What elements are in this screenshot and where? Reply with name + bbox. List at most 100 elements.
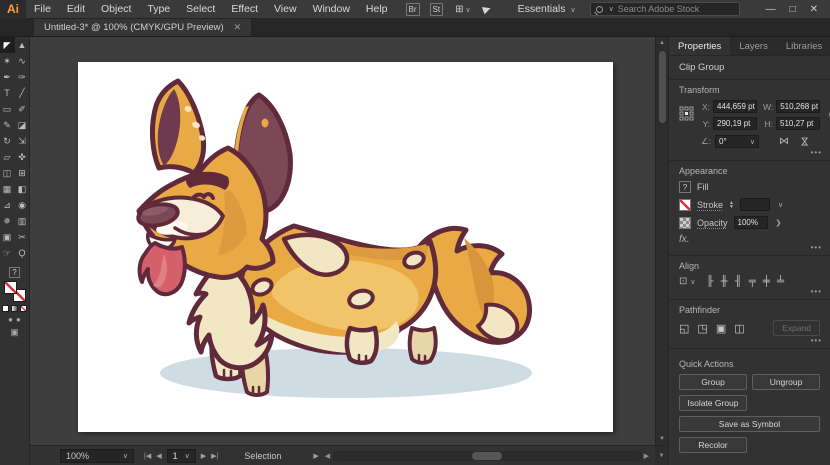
menu-select[interactable]: Select <box>178 3 223 15</box>
scroll-right-icon[interactable]: ▶ <box>644 452 649 460</box>
shape-builder-tool[interactable]: ◫ <box>0 165 15 181</box>
fill-swatch[interactable]: ? <box>679 181 691 193</box>
fill-swatch-none[interactable] <box>4 281 17 294</box>
paintbrush-tool[interactable]: ✐ <box>15 101 30 117</box>
tab-properties[interactable]: Properties <box>669 37 730 55</box>
brushes-button[interactable]: Br <box>406 3 420 16</box>
column-graph-tool[interactable]: ▥ <box>15 213 30 229</box>
stroke-swatch[interactable] <box>679 199 691 211</box>
y-field[interactable]: 290,19 pt <box>713 117 757 130</box>
artboard-tool[interactable]: ▣ <box>0 229 15 245</box>
menu-object[interactable]: Object <box>93 3 139 15</box>
step-down-icon[interactable]: ▼ <box>729 205 734 209</box>
scroll-down-icon[interactable]: ▼ <box>656 433 668 445</box>
document-tab[interactable]: Untitled-3* @ 100% (CMYK/GPU Preview) ✕ <box>34 19 251 36</box>
curvature-tool[interactable]: ✑ <box>15 69 30 85</box>
fill-question-indicator[interactable]: ? <box>9 267 20 278</box>
close-icon[interactable]: ✕ <box>234 22 242 33</box>
isolate-group-button[interactable]: Isolate Group <box>679 395 747 411</box>
recolor-button[interactable]: Recolor <box>679 437 747 453</box>
gradient-button[interactable] <box>11 305 18 312</box>
align-to-dropdown[interactable]: ⊡∨ <box>679 276 696 287</box>
tab-libraries[interactable]: Libraries <box>777 37 830 55</box>
menu-help[interactable]: Help <box>358 3 396 15</box>
stroke-weight-stepper[interactable]: ▲▼ <box>729 201 734 209</box>
slice-tool[interactable]: ✂ <box>15 229 30 245</box>
pathfinder-exclude-button[interactable]: ◫ <box>734 322 744 335</box>
opacity-field[interactable]: 100% <box>734 216 768 229</box>
horizontal-align-left-button[interactable]: ╟ <box>707 276 714 287</box>
w-field[interactable]: 510,268 pt <box>776 100 820 113</box>
flip-vertical-button[interactable]: ⋈ <box>799 137 810 147</box>
zoom-level-dropdown[interactable]: 100% ∨ <box>60 449 134 463</box>
symbols-button[interactable]: St <box>430 3 444 16</box>
reference-point-locator[interactable] <box>679 106 694 121</box>
drawing-mode--[interactable]: ● <box>16 315 21 324</box>
none-button[interactable] <box>20 305 27 312</box>
screen-mode-button[interactable]: ▣ <box>10 327 19 338</box>
status-popup-arrow[interactable]: ▶ <box>313 452 318 460</box>
hand-tool[interactable]: ☞ <box>0 245 15 261</box>
opacity-icon[interactable] <box>679 217 691 229</box>
artboard-number-dropdown[interactable]: 1 ∨ <box>167 449 196 463</box>
save-as-symbol-button[interactable]: Save as Symbol <box>679 416 820 432</box>
effects-button[interactable]: fx. <box>679 234 820 245</box>
previous-artboard-button[interactable]: ◀ <box>156 452 161 460</box>
symbol-sprayer-tool[interactable]: ✵ <box>0 213 15 229</box>
first-artboard-button[interactable]: |◀ <box>144 452 151 460</box>
vertical-align-bottom-button[interactable]: ╧ <box>777 276 784 287</box>
adobe-stock-search-input[interactable]: ∨ Search Adobe Stock <box>590 2 740 16</box>
color-button[interactable] <box>2 305 9 312</box>
vertical-scrollbar[interactable]: ▲ ▼ <box>655 37 668 445</box>
corgi-illustration[interactable] <box>78 62 613 432</box>
menu-effect[interactable]: Effect <box>223 3 266 15</box>
share-icon[interactable]: ▶ <box>481 3 492 16</box>
horizontal-scroll-thumb[interactable] <box>472 452 502 460</box>
drawing-mode--[interactable]: ● <box>8 315 13 324</box>
free-transform-tool[interactable]: ▱ <box>0 149 15 165</box>
pathfinder-intersect-button[interactable]: ▣ <box>716 322 726 335</box>
scroll-up-icon[interactable]: ▲ <box>656 37 668 49</box>
workspace-switcher[interactable]: Essentials ∨ <box>518 3 576 15</box>
menu-view[interactable]: View <box>266 3 305 15</box>
eraser-tool[interactable]: ◪ <box>15 117 30 133</box>
maximize-button[interactable]: □ <box>790 4 796 15</box>
pathfinder-unite-button[interactable]: ◱ <box>679 322 689 335</box>
menu-type[interactable]: Type <box>139 3 178 15</box>
rectangle-tool[interactable]: ▭ <box>0 101 15 117</box>
eyedropper-tool[interactable]: ⊿ <box>0 197 15 213</box>
horizontal-scrollbar[interactable]: ◀ ▶ <box>325 451 649 461</box>
next-artboard-button[interactable]: ▶ <box>201 452 206 460</box>
close-button[interactable]: ✕ <box>810 4 818 15</box>
rotation-dropdown[interactable]: 0°∨ <box>715 135 759 148</box>
pencil-tool[interactable]: ✎ <box>0 117 15 133</box>
ungroup-button[interactable]: Ungroup <box>752 374 820 390</box>
expand-button[interactable]: Expand <box>773 320 820 336</box>
menu-file[interactable]: File <box>26 3 59 15</box>
type-tool[interactable]: T <box>0 85 15 101</box>
pathfinder-minus-front-button[interactable]: ◳ <box>697 322 707 335</box>
tab-layers[interactable]: Layers <box>730 37 777 55</box>
blend-tool[interactable]: ◉ <box>15 197 30 213</box>
group-button[interactable]: Group <box>679 374 747 390</box>
direct-selection-tool[interactable]: ▲ <box>15 37 30 53</box>
rotate-tool[interactable]: ↻ <box>0 133 15 149</box>
appearance-more-options[interactable]: ••• <box>811 243 822 252</box>
h-field[interactable]: 510,27 pt <box>776 117 820 130</box>
opacity-label[interactable]: Opacity <box>697 218 728 228</box>
vertical-scroll-thumb[interactable] <box>659 51 666 123</box>
vertical-align-top-button[interactable]: ╤ <box>749 276 756 287</box>
stroke-label[interactable]: Stroke <box>697 200 723 210</box>
menu-edit[interactable]: Edit <box>59 3 93 15</box>
minimize-button[interactable]: — <box>766 4 776 15</box>
x-field[interactable]: 444,659 pt <box>713 100 757 113</box>
last-artboard-button[interactable]: ▶| <box>211 452 218 460</box>
selection-tool[interactable]: ◤ <box>0 37 15 53</box>
puppet-warp-tool[interactable]: ✜ <box>15 149 30 165</box>
horizontal-align-center-button[interactable]: ╫ <box>721 276 728 287</box>
perspective-grid-tool[interactable]: ⊞ <box>15 165 30 181</box>
zoom-tool[interactable]: Ϙ <box>15 245 30 261</box>
scroll-down-icon[interactable]: ▼ <box>655 446 668 465</box>
align-more-options[interactable]: ••• <box>811 287 822 296</box>
flip-horizontal-button[interactable]: ⋈ <box>779 136 789 147</box>
